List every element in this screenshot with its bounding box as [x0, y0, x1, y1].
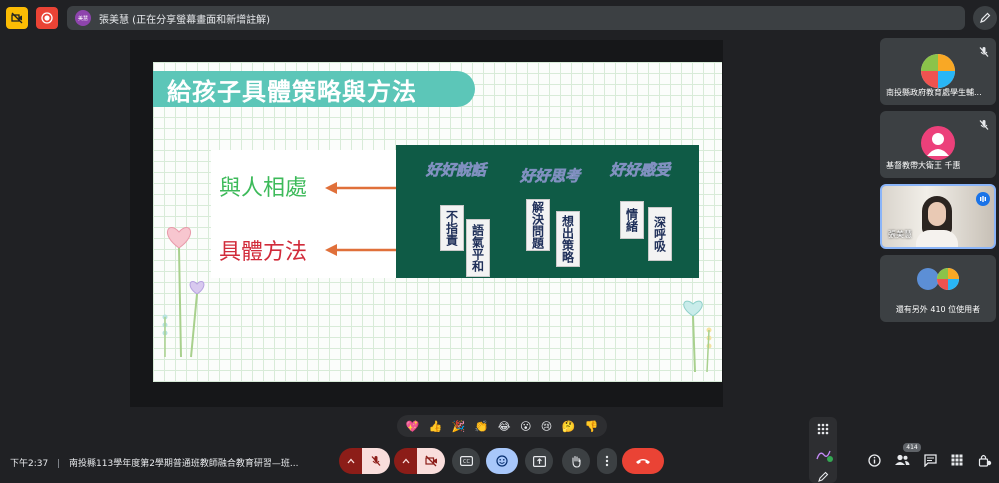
flower-decoration-right — [683, 300, 712, 373]
presenter-status-text: 張美慧 (正在分享螢幕畫面和新增註解) — [99, 14, 270, 26]
others-tile[interactable]: 還有另外 410 位使用者 — [880, 255, 996, 322]
reactions-bar: 💖 👍 🎉 👏 😂 😮 😢 🤔 👎 — [397, 415, 607, 437]
camera-off-icon — [11, 12, 23, 24]
participant-tile[interactable]: 基督教帶大衛王 千惠 — [880, 111, 996, 178]
chevron-up-icon — [402, 458, 410, 464]
meet-window: 美慧 張美慧 (正在分享螢幕畫面和新增註解) 給孩子具體策略與方法 與人相處 具… — [0, 0, 999, 483]
slide-title: 給孩子具體策略與方法 — [153, 71, 475, 107]
camera-off-icon — [424, 455, 437, 467]
chat-button[interactable] — [920, 450, 940, 470]
photo-heading-talk: 好好說話 — [426, 161, 487, 180]
raise-hand-button[interactable] — [562, 448, 590, 474]
photo-card: 解決問題 — [526, 199, 550, 251]
reaction-surprised-button[interactable]: 😮 — [520, 420, 531, 433]
reaction-thinking-button[interactable]: 🤔 — [562, 420, 576, 433]
camera-off-indicator-button[interactable] — [6, 7, 28, 29]
participant-name: 張美慧 — [888, 230, 912, 239]
slide-label-social: 與人相處 — [219, 176, 308, 201]
mic-off-icon — [979, 120, 989, 130]
participant-name: 基督教帶大衛王 千惠 — [886, 161, 961, 170]
speaking-indicator — [976, 192, 990, 206]
more-options-button[interactable] — [597, 448, 617, 474]
person-icon — [927, 133, 949, 156]
meeting-details-button[interactable] — [864, 450, 884, 470]
audio-options-button[interactable] — [339, 448, 363, 474]
avatar — [917, 268, 939, 290]
recording-button[interactable] — [36, 7, 58, 29]
reaction-clap-button[interactable]: 👏 — [475, 420, 489, 433]
people-icon — [895, 454, 910, 465]
host-controls-button[interactable] — [975, 450, 995, 470]
annotations-icon[interactable] — [815, 447, 833, 463]
photo-card: 想出策略 — [556, 211, 580, 267]
emoji-reactions-button[interactable] — [486, 448, 518, 474]
clock: 下午2:37 — [10, 459, 49, 469]
closed-captions-icon: CC — [459, 456, 473, 466]
present-screen-button[interactable] — [525, 448, 553, 474]
apps-grid-icon[interactable] — [817, 423, 829, 435]
reaction-party-button[interactable]: 🎉 — [452, 420, 466, 433]
present-icon — [532, 455, 546, 467]
avatar — [921, 126, 955, 160]
flower-decoration-left — [162, 226, 205, 358]
reaction-sad-button[interactable]: 😢 — [541, 420, 552, 433]
speaker-shirt — [916, 230, 958, 247]
presenter-avatar: 美慧 — [75, 10, 91, 26]
more-vertical-icon — [605, 455, 609, 467]
chat-icon — [923, 453, 937, 467]
meeting-title: 南投縣113學年度第2學期普通班教師融合教育研習—班... — [69, 459, 299, 469]
pen-icon[interactable] — [817, 471, 829, 483]
microphone-toggle-button[interactable] — [362, 448, 390, 474]
activities-button[interactable] — [947, 450, 967, 470]
lock-person-icon — [978, 454, 992, 467]
video-options-button[interactable] — [394, 448, 418, 474]
audio-wave-icon — [980, 196, 986, 202]
meeting-info: 下午2:37 | 南投縣113學年度第2學期普通班教師融合教育研習—班... — [10, 456, 299, 469]
photo-heading-feel: 好好感受 — [610, 161, 671, 180]
participant-tile-active-speaker[interactable]: 張美慧 — [880, 184, 996, 249]
reaction-laugh-button[interactable]: 😂 — [498, 420, 511, 433]
arrow-bottom — [325, 244, 401, 256]
reaction-heart-button[interactable]: 💖 — [406, 420, 420, 433]
reaction-thumbs-up-button[interactable]: 👍 — [429, 420, 443, 433]
photo-card: 不指責 — [440, 205, 464, 251]
activities-panel — [809, 417, 837, 483]
grid-shapes-icon — [951, 454, 963, 466]
pen-icon — [980, 12, 991, 23]
smiley-icon — [496, 455, 508, 467]
separator: | — [57, 459, 61, 469]
svg-text:CC: CC — [463, 459, 470, 465]
captions-button[interactable]: CC — [452, 448, 480, 474]
info-icon — [867, 453, 881, 467]
participant-name: 南投縣政府教育處學生輔... — [886, 88, 982, 97]
people-button[interactable] — [892, 450, 912, 470]
arrow-top — [325, 182, 401, 194]
hand-icon — [572, 455, 581, 468]
mic-off-icon — [371, 456, 381, 466]
avatar — [937, 268, 959, 290]
classroom-board-photo: 好好說話 好好思考 好好感受 不指責 語氣平和 解決問題 想出策略 情緒 深呼吸 — [396, 145, 699, 278]
annotate-button[interactable] — [973, 6, 997, 30]
photo-heading-think: 好好思考 — [520, 167, 581, 186]
chevron-up-icon — [347, 458, 355, 464]
photo-card: 語氣平和 — [466, 219, 490, 277]
reaction-thumbs-down-button[interactable]: 👎 — [585, 420, 599, 433]
record-icon — [41, 12, 53, 24]
presenter-status-bar: 美慧 張美慧 (正在分享螢幕畫面和新增註解) — [67, 6, 965, 30]
speaker-face — [928, 202, 946, 226]
avatar — [921, 54, 955, 88]
arrows — [325, 182, 401, 256]
presentation-slide: 給孩子具體策略與方法 與人相處 具體方法 好好說話 好好思考 好好感受 不指責 — [153, 62, 722, 382]
slide-label-method: 具體方法 — [219, 240, 308, 265]
participant-tile[interactable]: 南投縣政府教育處學生輔... — [880, 38, 996, 105]
photo-card: 深呼吸 — [648, 207, 672, 261]
camera-toggle-button[interactable] — [417, 448, 445, 474]
mic-off-icon — [979, 47, 989, 57]
others-count-label: 還有另外 410 位使用者 — [895, 305, 981, 314]
leave-call-button[interactable] — [622, 448, 664, 474]
hang-up-icon — [636, 459, 650, 464]
photo-card: 情緒 — [620, 201, 644, 239]
